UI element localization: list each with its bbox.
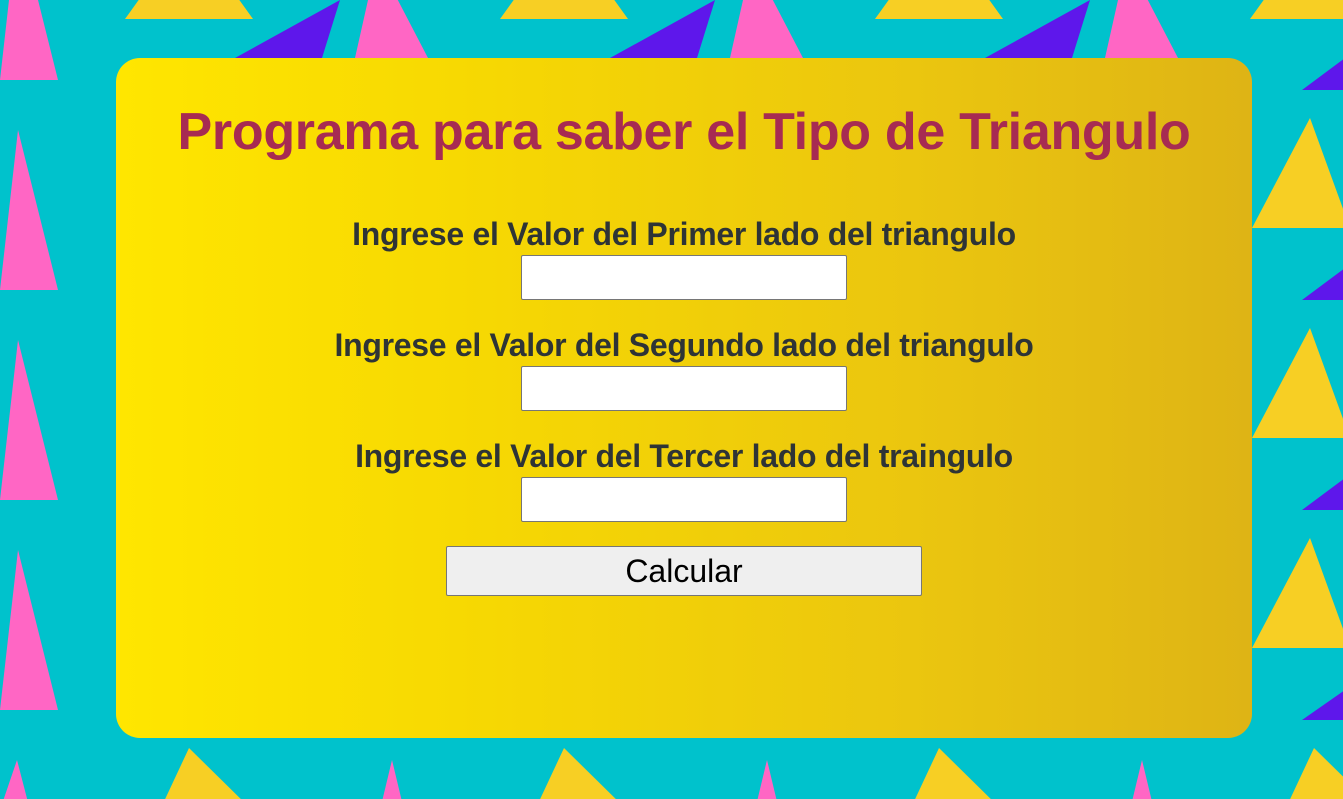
pattern-triangle-yellow <box>1250 0 1343 19</box>
pattern-triangle-yellow <box>165 748 241 799</box>
pattern-triangle-purple <box>235 0 340 58</box>
pattern-triangle-pink <box>355 0 428 58</box>
pattern-triangle-yellow <box>540 748 616 799</box>
pattern-triangle-yellow <box>915 748 991 799</box>
pattern-triangle-pink <box>757 760 777 799</box>
side-one-input[interactable] <box>521 255 847 300</box>
pattern-triangle-pink <box>0 550 58 710</box>
pattern-triangle-purple <box>1302 691 1343 720</box>
pattern-triangle-pink <box>0 130 58 290</box>
pattern-triangle-purple <box>1302 59 1343 90</box>
pattern-triangle-pink <box>3 760 28 799</box>
pattern-triangle-pink <box>730 0 803 58</box>
pattern-triangle-purple <box>610 0 715 58</box>
side-one-label: Ingrese el Valor del Primer lado del tri… <box>352 216 1016 252</box>
pattern-triangle-yellow <box>125 0 253 19</box>
side-three-input[interactable] <box>521 477 847 522</box>
pattern-triangle-pink <box>1105 0 1178 58</box>
pattern-triangle-purple <box>1302 479 1343 510</box>
pattern-triangle-yellow <box>1252 118 1343 228</box>
side-two-input[interactable] <box>521 366 847 411</box>
pattern-triangle-pink <box>382 760 402 799</box>
pattern-triangle-yellow <box>500 0 628 19</box>
page-title: Programa para saber el Tipo de Triangulo <box>177 103 1191 161</box>
pattern-triangle-pink <box>0 0 58 80</box>
calculate-button[interactable]: Calcular <box>446 546 922 596</box>
side-three-label: Ingrese el Valor del Tercer lado del tra… <box>355 438 1013 474</box>
pattern-triangle-yellow <box>1252 328 1343 438</box>
pattern-triangle-purple <box>985 0 1090 58</box>
pattern-triangle-pink <box>0 340 58 500</box>
form-card: Programa para saber el Tipo de Triangulo… <box>116 58 1252 738</box>
pattern-triangle-yellow <box>875 0 1003 19</box>
pattern-triangle-pink <box>1132 760 1152 799</box>
pattern-triangle-yellow <box>1252 538 1343 648</box>
pattern-triangle-yellow <box>1290 748 1343 799</box>
pattern-triangle-purple <box>1302 269 1343 300</box>
side-two-label: Ingrese el Valor del Segundo lado del tr… <box>334 327 1034 363</box>
